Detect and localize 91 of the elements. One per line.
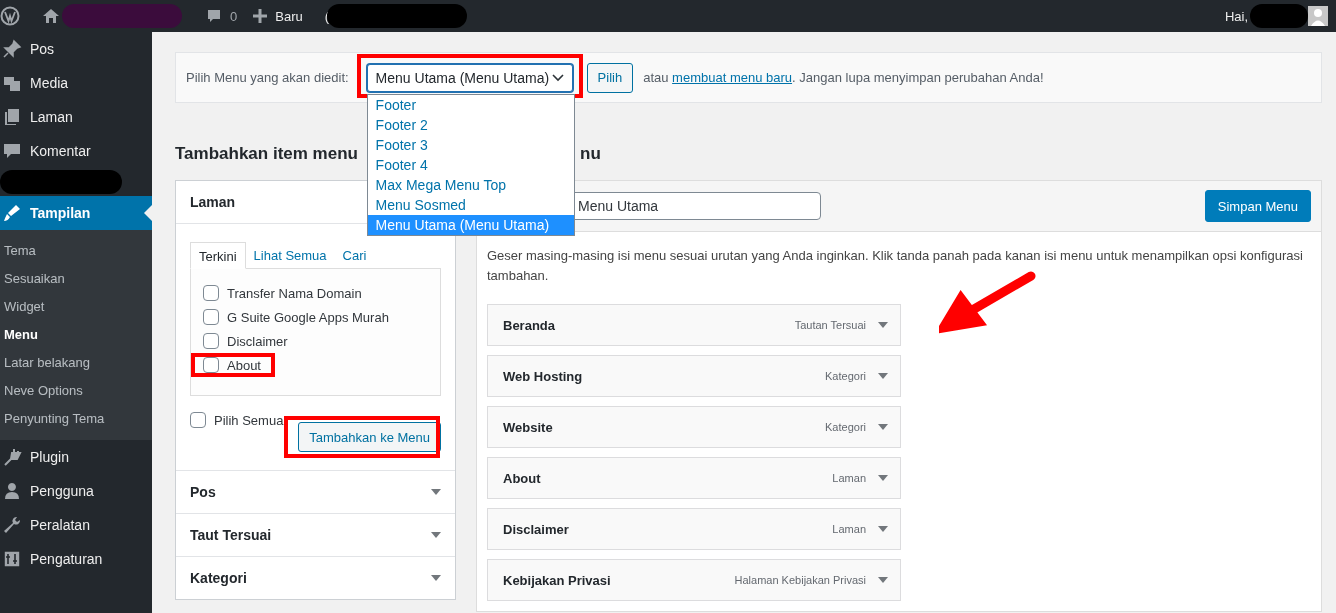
checkbox-label: Disclaimer — [227, 333, 288, 349]
dropdown-option[interactable]: Footer 3 — [367, 134, 574, 155]
create-menu-hint: atau membuat menu baru. Jangan lupa menyimpan perubahan Anda! — [643, 70, 1044, 85]
submenu-item[interactable]: Widget — [0, 293, 152, 321]
dropdown-option[interactable]: Footer 4 — [367, 154, 574, 175]
sidebar-item[interactable]: Pos — [0, 32, 152, 66]
menu-item-bar[interactable]: Website Kategori — [487, 406, 901, 448]
menu-item-type: Laman — [832, 472, 866, 484]
add-to-menu-button[interactable]: Tambahkan ke Menu — [298, 422, 441, 452]
comment-icon[interactable] — [206, 8, 222, 24]
sidebar-item[interactable]: Pengguna — [0, 474, 152, 508]
checkbox[interactable] — [203, 357, 219, 373]
comment-icon — [2, 141, 22, 161]
sidebar-item[interactable]: Plugin — [0, 440, 152, 474]
menu-item-type: Laman — [832, 523, 866, 535]
wordpress-logo-icon[interactable] — [0, 6, 20, 26]
menu-item-bar[interactable]: About Laman — [487, 457, 901, 499]
submenu-item[interactable]: Neve Options — [0, 377, 152, 405]
menu-item-title: Web Hosting — [503, 368, 584, 384]
sidebar-item[interactable]: Komentar — [0, 134, 152, 168]
accordion-title[interactable]: Pos — [190, 484, 216, 500]
menu-item-title: Website — [503, 419, 554, 435]
menu-item-type: Kategori — [825, 421, 866, 433]
submenu-item[interactable]: Sesuaikan — [0, 265, 152, 293]
accordion-title[interactable]: Laman — [190, 194, 236, 210]
greeting[interactable]: Hai, — [1224, 8, 1248, 24]
menu-item-title: Kebijakan Privasi — [503, 572, 612, 588]
checkbox-label: Pilih Semua — [214, 412, 284, 428]
select-button[interactable]: Pilih — [586, 62, 634, 93]
user-icon — [2, 481, 22, 501]
menu-item-type: Halaman Kebijakan Privasi — [734, 574, 866, 586]
submenu-item[interactable]: Tema — [0, 237, 152, 265]
sidebar-item[interactable]: Media — [0, 66, 152, 100]
caret-icon[interactable] — [878, 424, 888, 430]
comment-count: 0 — [230, 8, 238, 24]
save-menu-button[interactable]: Simpan Menu — [1204, 190, 1311, 222]
section-heading: nu — [580, 144, 601, 165]
dropdown-option[interactable]: Max Mega Menu Top — [367, 174, 574, 195]
menu-item-type: Tautan Tersuai — [794, 319, 866, 331]
checkbox[interactable] — [203, 309, 219, 325]
checkbox[interactable] — [203, 285, 219, 301]
section-heading: Tambahkan item menu — [175, 144, 358, 165]
menu-item-bar[interactable]: Beranda Tautan Tersuai — [487, 304, 901, 346]
checkbox[interactable] — [190, 412, 206, 428]
submenu-item[interactable]: Latar belakang — [0, 349, 152, 377]
menu-item-type: Kategori — [825, 370, 866, 382]
menu-picker-label: Pilih Menu yang akan diedit: — [186, 70, 349, 85]
accordion-title[interactable]: Taut Tersuai — [190, 527, 272, 543]
menu-select[interactable]: Menu Utama (Menu Utama) — [366, 63, 573, 92]
plus-icon[interactable] — [253, 9, 268, 23]
menu-item-title: Disclaimer — [503, 521, 570, 537]
pages-icon — [2, 107, 22, 127]
checkbox-label: G Suite Google Apps Murah — [227, 309, 389, 325]
checkbox-label: About — [227, 357, 261, 373]
plug-icon — [2, 447, 22, 467]
chevron-icon — [551, 73, 564, 82]
sidebar-item[interactable]: Tampilan — [0, 196, 152, 230]
accordion-title[interactable]: Kategori — [190, 570, 247, 586]
dropdown-option[interactable]: Footer — [367, 94, 574, 115]
submenu-item[interactable]: Penyunting Tema — [0, 405, 152, 433]
menu-item-bar[interactable]: Web Hosting Kategori — [487, 355, 901, 397]
new-link[interactable]: Baru — [275, 8, 303, 24]
checkbox-label: Transfer Nama Domain — [227, 285, 362, 301]
caret-icon[interactable] — [878, 322, 888, 328]
instructions-text: Geser masing-masing isi menu sesuai urutan yang Anda inginkan. Klik tanda panah pada kanan isi menu untuk menampilkan opsi konfigurasi tambahan. — [487, 247, 1304, 285]
dropdown-option[interactable]: Footer 2 — [367, 114, 574, 135]
tab[interactable]: Lihat Semua — [245, 242, 335, 268]
redaction-mark — [1250, 4, 1308, 28]
menu-item-title: About — [503, 470, 542, 486]
menu-item-title: Beranda — [503, 317, 557, 333]
pin-icon — [2, 39, 22, 59]
submenu-item[interactable]: Menu — [0, 321, 152, 349]
menu-item-bar[interactable]: Kebijakan Privasi Halaman Kebijakan Privasi — [487, 559, 901, 601]
caret-icon[interactable] — [878, 475, 888, 481]
wrench-icon — [2, 515, 22, 535]
caret-icon[interactable] — [878, 526, 888, 532]
menu-item-bar[interactable]: Disclaimer Laman — [487, 508, 901, 550]
sidebar-item[interactable]: Laman — [0, 100, 152, 134]
checkbox[interactable] — [203, 333, 219, 349]
sidebar-item[interactable]: Peralatan — [0, 508, 152, 542]
sidebar-item[interactable]: Pengaturan — [0, 542, 152, 576]
caret-icon — [431, 575, 441, 581]
tab[interactable]: Terkini — [190, 242, 246, 269]
caret-icon — [431, 489, 441, 495]
create-menu-link[interactable]: membuat menu baru — [672, 70, 793, 85]
tab[interactable]: Cari — [334, 242, 375, 268]
brush-icon — [2, 203, 22, 223]
caret-icon — [431, 532, 441, 538]
caret-icon[interactable] — [878, 373, 888, 379]
caret-icon[interactable] — [878, 577, 888, 583]
home-icon[interactable] — [42, 8, 60, 24]
